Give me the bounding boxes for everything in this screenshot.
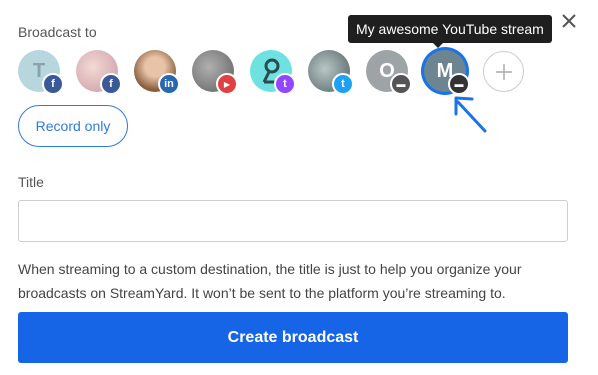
facebook-icon: f [100,73,122,95]
destination-facebook-group[interactable]: f [76,50,122,95]
plus-icon [495,63,512,80]
title-label: Title [18,174,44,190]
twitch-icon: t [274,73,296,95]
destination-linkedin[interactable]: in [134,50,180,95]
title-input[interactable] [18,200,568,242]
facebook-icon: f [42,73,64,95]
destination-facebook[interactable]: T f [18,50,64,95]
destination-custom-rtmp-o[interactable]: O ▬ [366,50,412,95]
server-icon: ▬ [390,73,412,95]
record-only-button[interactable]: Record only [18,105,128,147]
destination-twitter[interactable]: t [308,50,354,95]
pointer-arrow-icon [454,96,487,133]
destination-custom-rtmp-m[interactable]: M ▬ [424,50,470,95]
destination-tooltip: My awesome YouTube stream [348,15,552,48]
broadcast-to-label: Broadcast to [18,24,97,40]
destinations-row: T f f in ▶ t t O ▬ M ▬ [18,50,538,95]
destination-youtube[interactable]: ▶ [192,50,238,95]
create-broadcast-button[interactable]: Create broadcast [18,312,568,363]
linkedin-icon: in [158,73,180,95]
youtube-icon: ▶ [216,73,238,95]
add-destination-button[interactable] [483,51,524,92]
help-text: When streaming to a custom destination, … [18,261,522,301]
close-icon[interactable] [558,10,580,32]
destination-twitch[interactable]: t [250,50,296,95]
twitter-icon: t [332,73,354,95]
